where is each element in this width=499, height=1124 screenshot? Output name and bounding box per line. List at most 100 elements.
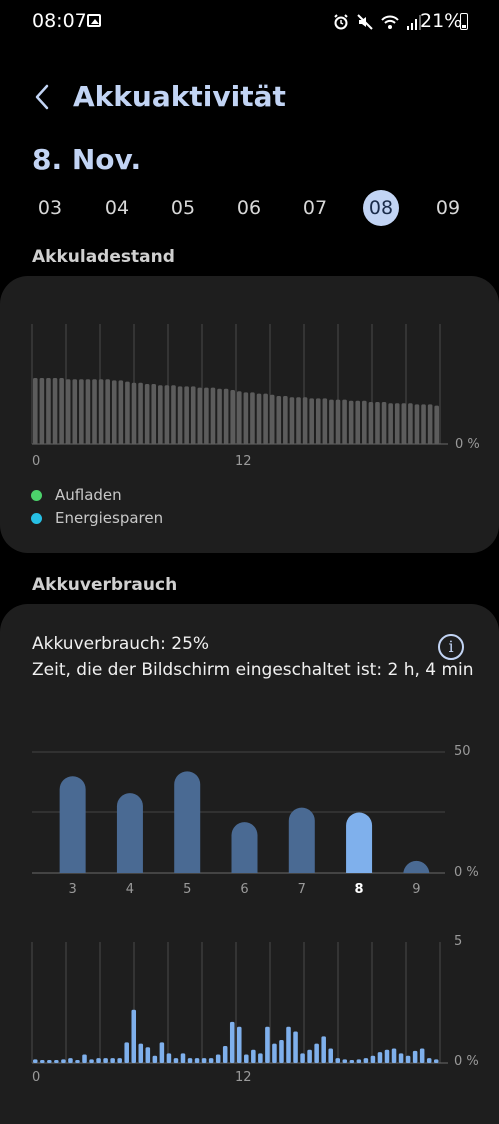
hourly-bar [370, 1055, 376, 1063]
level-bar [111, 380, 117, 444]
hourly-bar [229, 1021, 235, 1063]
hourly-bar [33, 1059, 38, 1063]
level-bar [368, 402, 374, 444]
mute-icon [357, 14, 373, 30]
level-bar [408, 403, 413, 444]
hourly-bar [138, 1043, 144, 1063]
level-bar [92, 379, 97, 444]
level-bar [230, 390, 235, 444]
level-bar [158, 385, 163, 444]
legend-power-saving-label: Energiesparen [55, 509, 164, 527]
level-bar [98, 379, 104, 444]
level-bar [250, 392, 255, 444]
hourly-bar [237, 1026, 242, 1063]
hourly-usage-chart [31, 942, 448, 1064]
level-bar [39, 378, 45, 444]
daily-usage-chart: 3 4 5 6 7 8 9 [32, 751, 445, 897]
charge-section-title: Akkuladestand [32, 247, 175, 267]
hourly-bar [194, 1058, 200, 1063]
level-bar [204, 387, 209, 444]
hourly-y-max-label: 5 [454, 934, 463, 949]
charge-y-min-label: 0 % [455, 437, 480, 452]
hourly-bar [61, 1059, 66, 1063]
daily-bar-6 [231, 822, 258, 873]
hourly-bar [258, 1053, 263, 1063]
chevron-left-icon[interactable] [30, 82, 54, 112]
info-icon[interactable]: i [438, 634, 464, 660]
wifi-icon [381, 15, 399, 29]
hourly-bar [426, 1058, 432, 1063]
level-bar [243, 392, 249, 444]
hourly-bar [314, 1043, 319, 1063]
daily-bar-4 [116, 793, 143, 873]
charge-x-tick-12: 12 [235, 454, 252, 469]
daily-bar-3 [59, 776, 86, 873]
daily-x-tick-3: 3 [69, 882, 77, 897]
level-bar [125, 381, 130, 444]
daily-x-tick-8: 8 [355, 882, 364, 897]
selected-date: 8. Nov. [32, 143, 142, 176]
daily-bar-5 [174, 771, 201, 873]
level-bar [342, 399, 347, 444]
level-bar [289, 397, 295, 444]
daily-x-tick-6: 6 [240, 882, 248, 897]
level-bar [72, 379, 78, 444]
level-bar [138, 382, 143, 444]
level-bar [315, 398, 321, 444]
charge-level-card: 0 % 0 12 Aufladen Energiesparen [0, 276, 499, 553]
hourly-bar [342, 1059, 348, 1063]
day-tab-04[interactable]: 04 [97, 190, 137, 226]
hourly-bar [215, 1054, 221, 1063]
signal-icon [407, 15, 421, 30]
hourly-bar [131, 1009, 137, 1063]
hourly-bar [166, 1053, 172, 1063]
level-bar [375, 402, 380, 444]
hourly-bar [152, 1055, 158, 1063]
level-bar [434, 405, 439, 444]
hourly-bar [180, 1053, 186, 1063]
hourly-bar [321, 1036, 326, 1063]
day-tab-09[interactable]: 09 [428, 190, 468, 226]
level-bar [79, 379, 84, 444]
hourly-bar [272, 1043, 277, 1063]
level-bar [309, 398, 314, 444]
level-bar [263, 393, 268, 444]
level-bar [118, 380, 124, 444]
day-tab-07[interactable]: 07 [295, 190, 335, 226]
hourly-bar [244, 1054, 249, 1063]
day-tab-08[interactable]: 08 [363, 190, 399, 226]
day-tab-05[interactable]: 05 [163, 190, 203, 226]
hourly-bar [222, 1046, 228, 1063]
level-bar [355, 400, 361, 444]
hourly-bar [40, 1060, 45, 1063]
level-bar [171, 385, 176, 444]
level-bar [388, 403, 393, 444]
hourly-bar [96, 1058, 101, 1063]
hourly-bar [251, 1049, 256, 1063]
level-bar [269, 394, 275, 444]
hourly-y-min-label: 0 % [454, 1054, 479, 1069]
battery-percent: 21% [420, 10, 463, 32]
level-bar [322, 398, 328, 444]
image-icon [87, 14, 101, 27]
level-bar [33, 378, 38, 444]
level-bar [427, 404, 433, 444]
hourly-bar [377, 1052, 383, 1063]
daily-x-tick-7: 7 [298, 882, 306, 897]
level-bar [296, 397, 301, 444]
hourly-bar [124, 1042, 129, 1063]
page-title: Akkuaktivität [73, 80, 286, 113]
hourly-bar [391, 1048, 397, 1063]
hourly-bar [293, 1031, 298, 1063]
hourly-bar [286, 1026, 291, 1063]
hourly-bar [82, 1054, 87, 1063]
level-bar [144, 384, 150, 444]
hourly-bar [419, 1048, 425, 1063]
level-bar [197, 387, 203, 444]
legend-charging-label: Aufladen [55, 486, 122, 504]
level-bar [237, 391, 242, 444]
day-tab-03[interactable]: 03 [30, 190, 70, 226]
hourly-bar [145, 1047, 151, 1063]
daily-bar-7 [288, 807, 315, 873]
day-tab-06[interactable]: 06 [229, 190, 269, 226]
